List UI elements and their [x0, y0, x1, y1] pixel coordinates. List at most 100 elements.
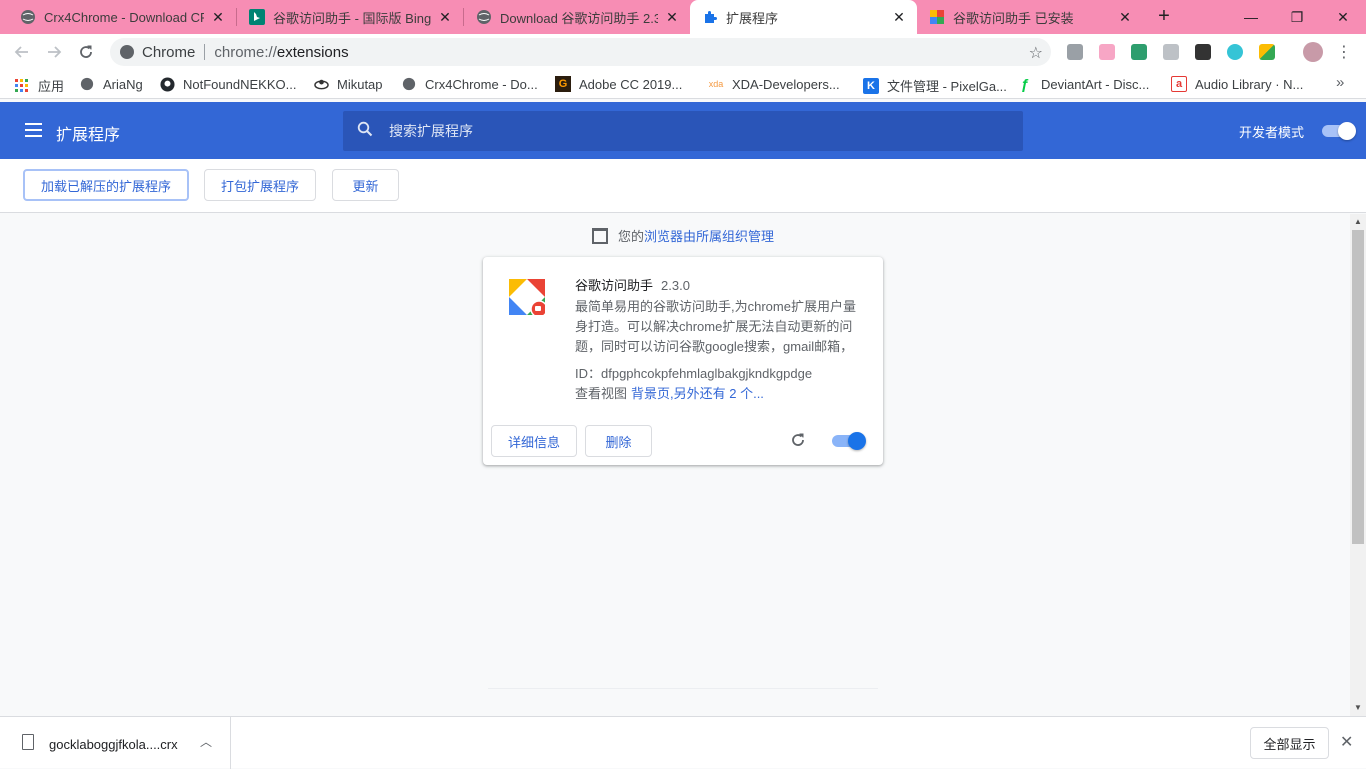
bookmarks-bar: 应用 AriaNg NotFoundNEKKO... Mikutap Crx4C…: [0, 70, 1366, 99]
scroll-down-icon[interactable]: ▼: [1354, 703, 1362, 712]
extension-name: 谷歌访问助手 2.3.0: [575, 275, 690, 294]
toolbar-extension-icon[interactable]: [1099, 44, 1115, 60]
close-icon[interactable]: ✕: [664, 9, 680, 25]
toolbar-extension-icon[interactable]: [1163, 44, 1179, 60]
bookmark-adobe[interactable]: G Adobe CC 2019...: [555, 76, 682, 92]
extension-card: 谷歌访问助手 2.3.0 最简单易用的谷歌访问助手,为chrome扩展用户量身打造…: [483, 257, 883, 465]
apps-grid-icon: [14, 78, 30, 94]
close-icon[interactable]: ✕: [891, 9, 907, 25]
reload-extension-icon[interactable]: [790, 432, 806, 453]
bookmark-label: Adobe CC 2019...: [579, 76, 683, 92]
globe-icon: [401, 76, 417, 92]
bookmark-mikutap[interactable]: Mikutap: [313, 76, 383, 92]
back-arrow-icon: [14, 46, 28, 58]
search-input[interactable]: [389, 123, 989, 139]
tab-title: Download 谷歌访问助手 2.3.0: [500, 10, 658, 26]
tab-title: Crx4Chrome - Download CR: [44, 9, 204, 25]
restore-button[interactable]: ❐: [1274, 0, 1320, 34]
back-button[interactable]: [10, 40, 34, 64]
bookmark-label: DeviantArt - Disc...: [1041, 76, 1150, 92]
close-icon[interactable]: ✕: [1117, 9, 1133, 25]
pack-extension-button[interactable]: 打包扩展程序: [204, 169, 316, 201]
update-button[interactable]: 更新: [332, 169, 399, 201]
search-box[interactable]: [343, 111, 1023, 151]
bookmark-label: XDA-Developers...: [732, 76, 840, 92]
bing-icon: [249, 9, 265, 25]
download-file-name: gocklaboggjfkola....crx: [49, 737, 178, 752]
inspect-views: 查看视图 背景页,另外还有 2 个...: [575, 383, 764, 402]
tab-crx4chrome[interactable]: Crx4Chrome - Download CR ✕: [0, 0, 236, 34]
bookmark-star-icon[interactable]: ☆: [1029, 43, 1043, 63]
extension-enable-toggle[interactable]: [832, 432, 866, 450]
reload-button[interactable]: [74, 40, 98, 64]
tab-bing[interactable]: 谷歌访问助手 - 国际版 Bing ✕: [237, 0, 463, 34]
new-tab-button[interactable]: +: [1152, 5, 1176, 29]
tab-download[interactable]: Download 谷歌访问助手 2.3.0 ✕: [464, 0, 690, 34]
chrome-icon: [120, 45, 134, 59]
globe-icon: [79, 76, 95, 92]
close-icon[interactable]: ✕: [210, 9, 226, 25]
pixelgame-icon: K: [863, 77, 879, 94]
hamburger-menu-icon[interactable]: [25, 123, 42, 137]
toolbar-extension-icon[interactable]: [1131, 44, 1147, 60]
bookmark-label: Mikutap: [337, 76, 383, 92]
tab-extensions[interactable]: 扩展程序 ✕: [690, 0, 917, 34]
toolbar: Chrome chrome:// extensions ☆ ⋮: [0, 34, 1366, 70]
bookmark-apps[interactable]: 应用: [14, 76, 64, 95]
audio-library-icon: a: [1171, 76, 1187, 92]
bookmark-audio-library[interactable]: a Audio Library · N...: [1171, 76, 1303, 92]
globe-icon: [20, 9, 36, 25]
xda-icon: xda: [708, 79, 724, 89]
extension-version: 2.3.0: [661, 278, 690, 293]
bookmark-crx4chrome[interactable]: Crx4Chrome - Do...: [401, 76, 538, 92]
chevron-up-icon[interactable]: ︿: [200, 733, 212, 750]
mikutap-icon: [313, 76, 329, 92]
close-window-button[interactable]: ✕: [1320, 0, 1366, 34]
bookmark-xda[interactable]: xda XDA-Developers...: [708, 76, 840, 92]
file-icon: [22, 734, 34, 750]
bookmark-pixelgame[interactable]: K 文件管理 - PixelGa...: [863, 76, 1007, 95]
url-scheme: chrome://: [214, 43, 277, 61]
show-all-button[interactable]: 全部显示: [1250, 727, 1329, 759]
dev-mode-toggle[interactable]: [1322, 122, 1356, 140]
extension-logo-icon: [929, 9, 945, 25]
scrollbar-thumb[interactable]: [1352, 230, 1364, 544]
toolbar-extension-icon[interactable]: [1227, 44, 1243, 60]
divider: [488, 688, 878, 689]
menu-icon[interactable]: ⋮: [1336, 42, 1352, 62]
puzzle-icon: [702, 9, 718, 25]
tab-title: 谷歌访问助手 - 国际版 Bing: [273, 10, 431, 26]
bookmark-label: NotFoundNEKKO...: [183, 76, 297, 92]
close-icon[interactable]: ✕: [1340, 732, 1353, 752]
github-icon: [159, 76, 175, 92]
scroll-up-icon[interactable]: ▲: [1354, 217, 1362, 226]
extension-logo-icon[interactable]: [1259, 44, 1275, 60]
bookmark-ariang[interactable]: AriaNg: [79, 76, 143, 92]
close-icon[interactable]: ✕: [437, 9, 453, 25]
bookmark-label: 应用: [38, 79, 65, 94]
forward-button[interactable]: [42, 40, 66, 64]
tab-title: 扩展程序: [726, 10, 779, 26]
address-bar[interactable]: Chrome chrome:// extensions ☆: [110, 38, 1051, 66]
remove-button[interactable]: 删除: [585, 425, 652, 457]
chevron-right-icon[interactable]: »: [1336, 74, 1344, 91]
managed-notice: 您的 浏览器由所属组织管理: [592, 226, 774, 245]
bookmark-label: Crx4Chrome - Do...: [425, 76, 538, 92]
managed-link[interactable]: 浏览器由所属组织管理: [644, 226, 774, 245]
load-unpacked-button[interactable]: 加载已解压的扩展程序: [23, 169, 189, 201]
tab-extension-installed[interactable]: 谷歌访问助手 已安装 ✕: [917, 0, 1143, 34]
download-item[interactable]: gocklaboggjfkola....crx ︿: [0, 717, 231, 769]
minimize-button[interactable]: —: [1228, 0, 1274, 34]
dev-mode-label: 开发者模式: [1239, 125, 1305, 140]
toolbar-extension-icon[interactable]: [1195, 44, 1211, 60]
avatar[interactable]: [1303, 42, 1323, 62]
details-button[interactable]: 详细信息: [491, 425, 577, 457]
toolbar-extension-icon[interactable]: [1067, 44, 1083, 60]
managed-prefix: 您的: [618, 229, 645, 244]
background-page-link[interactable]: 背景页,另外还有 2 个...: [631, 386, 764, 401]
scrollbar[interactable]: ▲ ▼: [1350, 214, 1366, 716]
bookmark-github[interactable]: NotFoundNEKKO...: [159, 76, 296, 92]
tab-strip: Crx4Chrome - Download CR ✕ 谷歌访问助手 - 国际版 …: [0, 0, 1366, 34]
bookmark-deviantart[interactable]: ƒ DeviantArt - Disc...: [1017, 76, 1150, 93]
url-path: extensions: [276, 43, 349, 61]
